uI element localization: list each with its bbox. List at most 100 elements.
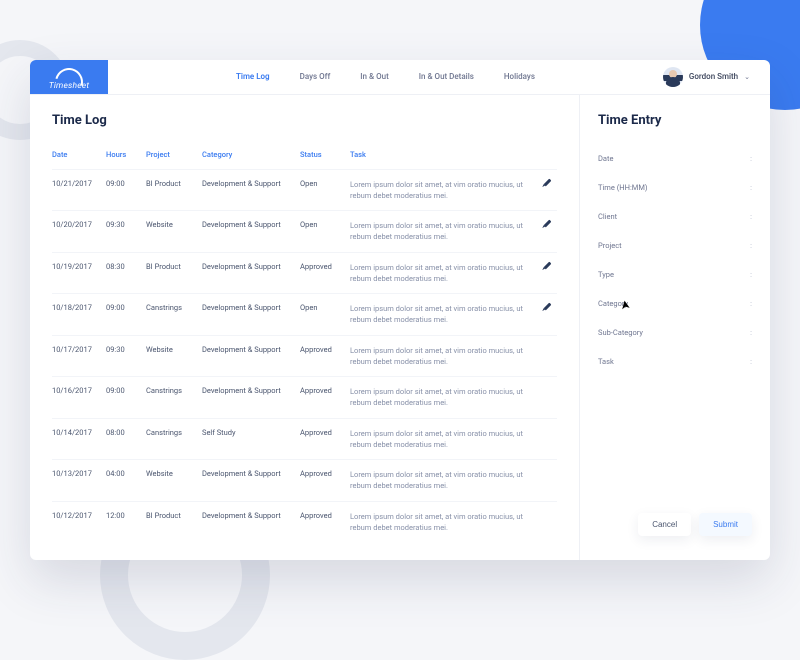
col-project[interactable]: Project: [146, 144, 202, 170]
cell-project: Canstrings: [146, 377, 202, 419]
time-log-panel: Time Log Date Hours Project Category Sta…: [30, 95, 580, 561]
col-category[interactable]: Category: [202, 144, 300, 170]
cell-task: Lorem ipsum dolor sit amet, at vim orati…: [350, 169, 539, 211]
cell-project: Canstrings: [146, 294, 202, 336]
avatar: [663, 67, 683, 87]
cell-hours: 09:00: [106, 294, 146, 336]
cancel-button[interactable]: Cancel: [638, 513, 691, 536]
cell-edit: [539, 335, 557, 377]
cell-hours: 09:00: [106, 169, 146, 211]
form-field-category[interactable]: Category:: [598, 289, 752, 318]
form-field-project[interactable]: Project:: [598, 231, 752, 260]
form-field-task[interactable]: Task:: [598, 347, 752, 376]
cell-hours: 09:00: [106, 377, 146, 419]
cell-hours: 09:30: [106, 335, 146, 377]
cell-project: Canstrings: [146, 418, 202, 460]
field-value: :: [750, 328, 752, 337]
col-status[interactable]: Status: [300, 144, 350, 170]
cell-task: Lorem ipsum dolor sit amet, at vim orati…: [350, 335, 539, 377]
col-date[interactable]: Date: [52, 144, 106, 170]
cell-date: 10/16/2017: [52, 377, 106, 419]
cell-hours: 08:00: [106, 418, 146, 460]
form-field-client[interactable]: Client:: [598, 202, 752, 231]
pencil-icon[interactable]: [540, 218, 553, 231]
field-value: :: [750, 299, 752, 308]
cell-edit[interactable]: [539, 252, 557, 294]
table-row[interactable]: 10/16/201709:00CanstringsDevelopment & S…: [52, 377, 557, 419]
cell-project: Website: [146, 460, 202, 502]
field-label: Date: [598, 154, 613, 163]
cell-project: Website: [146, 211, 202, 253]
pencil-icon[interactable]: [540, 260, 553, 273]
cell-project: BI Product: [146, 169, 202, 211]
nav-item-holidays[interactable]: Holidays: [504, 72, 535, 81]
user-name: Gordon Smith: [689, 72, 738, 81]
table-row[interactable]: 10/18/201709:00CanstringsDevelopment & S…: [52, 294, 557, 336]
cell-category: Development & Support: [202, 377, 300, 419]
cell-category: Development & Support: [202, 294, 300, 336]
user-menu[interactable]: Gordon Smith ⌄: [663, 60, 770, 94]
cell-hours: 08:30: [106, 252, 146, 294]
cell-category: Development & Support: [202, 460, 300, 502]
nav-item-in-out-details[interactable]: In & Out Details: [419, 72, 474, 81]
cell-category: Development & Support: [202, 501, 300, 542]
header: Timesheet Time Log Days Off In & Out In & O…: [30, 60, 770, 95]
form-field-type[interactable]: Type:: [598, 260, 752, 289]
cell-category: Development & Support: [202, 335, 300, 377]
cell-hours: 09:30: [106, 211, 146, 253]
cell-status: Open: [300, 211, 350, 253]
field-label: Time (HH:MM): [598, 183, 648, 192]
nav-item-time-log[interactable]: Time Log: [236, 72, 270, 81]
form-field-time-hh-mm-[interactable]: Time (HH:MM):: [598, 173, 752, 202]
cell-edit[interactable]: [539, 294, 557, 336]
field-label: Project: [598, 241, 622, 250]
col-task[interactable]: Task: [350, 144, 539, 170]
cell-edit[interactable]: [539, 211, 557, 253]
pencil-icon[interactable]: [540, 177, 553, 190]
cell-date: 10/17/2017: [52, 335, 106, 377]
cell-task: Lorem ipsum dolor sit amet, at vim orati…: [350, 294, 539, 336]
table-row[interactable]: 10/13/201704:00WebsiteDevelopment & Supp…: [52, 460, 557, 502]
table-row[interactable]: 10/21/201709:00BI ProductDevelopment & S…: [52, 169, 557, 211]
cell-date: 10/18/2017: [52, 294, 106, 336]
nav-item-in-out[interactable]: In & Out: [360, 72, 388, 81]
cell-task: Lorem ipsum dolor sit amet, at vim orati…: [350, 418, 539, 460]
cell-edit: [539, 377, 557, 419]
cell-category: Self Study: [202, 418, 300, 460]
table-row[interactable]: 10/17/201709:30WebsiteDevelopment & Supp…: [52, 335, 557, 377]
cell-edit[interactable]: [539, 169, 557, 211]
form-field-sub-category[interactable]: Sub-Category:: [598, 318, 752, 347]
pencil-icon[interactable]: [540, 301, 553, 314]
cell-status: Approved: [300, 501, 350, 542]
field-label: Sub-Category: [598, 328, 643, 337]
form-actions: Cancel Submit: [598, 513, 752, 542]
field-value: :: [750, 241, 752, 250]
col-hours[interactable]: Hours: [106, 144, 146, 170]
table-row[interactable]: 10/12/201712:00BI ProductDevelopment & S…: [52, 501, 557, 542]
field-label: Task: [598, 357, 614, 366]
cell-task: Lorem ipsum dolor sit amet, at vim orati…: [350, 211, 539, 253]
cell-status: Open: [300, 169, 350, 211]
cell-task: Lorem ipsum dolor sit amet, at vim orati…: [350, 377, 539, 419]
cell-date: 10/14/2017: [52, 418, 106, 460]
chevron-down-icon: ⌄: [744, 73, 750, 81]
cell-status: Open: [300, 294, 350, 336]
cell-task: Lorem ipsum dolor sit amet, at vim orati…: [350, 501, 539, 542]
table-row[interactable]: 10/14/201708:00CanstringsSelf StudyAppro…: [52, 418, 557, 460]
cell-project: BI Product: [146, 501, 202, 542]
field-value: :: [750, 154, 752, 163]
cell-hours: 12:00: [106, 501, 146, 542]
cell-edit: [539, 501, 557, 542]
logo[interactable]: Timesheet: [30, 60, 108, 94]
field-value: :: [750, 357, 752, 366]
submit-button[interactable]: Submit: [699, 513, 752, 536]
cell-task: Lorem ipsum dolor sit amet, at vim orati…: [350, 252, 539, 294]
app-window: Timesheet Time Log Days Off In & Out In & O…: [30, 60, 770, 560]
nav-item-days-off[interactable]: Days Off: [300, 72, 331, 81]
table-row[interactable]: 10/19/201708:30BI ProductDevelopment & S…: [52, 252, 557, 294]
cell-category: Development & Support: [202, 211, 300, 253]
form-field-date[interactable]: Date:: [598, 144, 752, 173]
cell-status: Approved: [300, 377, 350, 419]
table-row[interactable]: 10/20/201709:30WebsiteDevelopment & Supp…: [52, 211, 557, 253]
cell-edit: [539, 460, 557, 502]
